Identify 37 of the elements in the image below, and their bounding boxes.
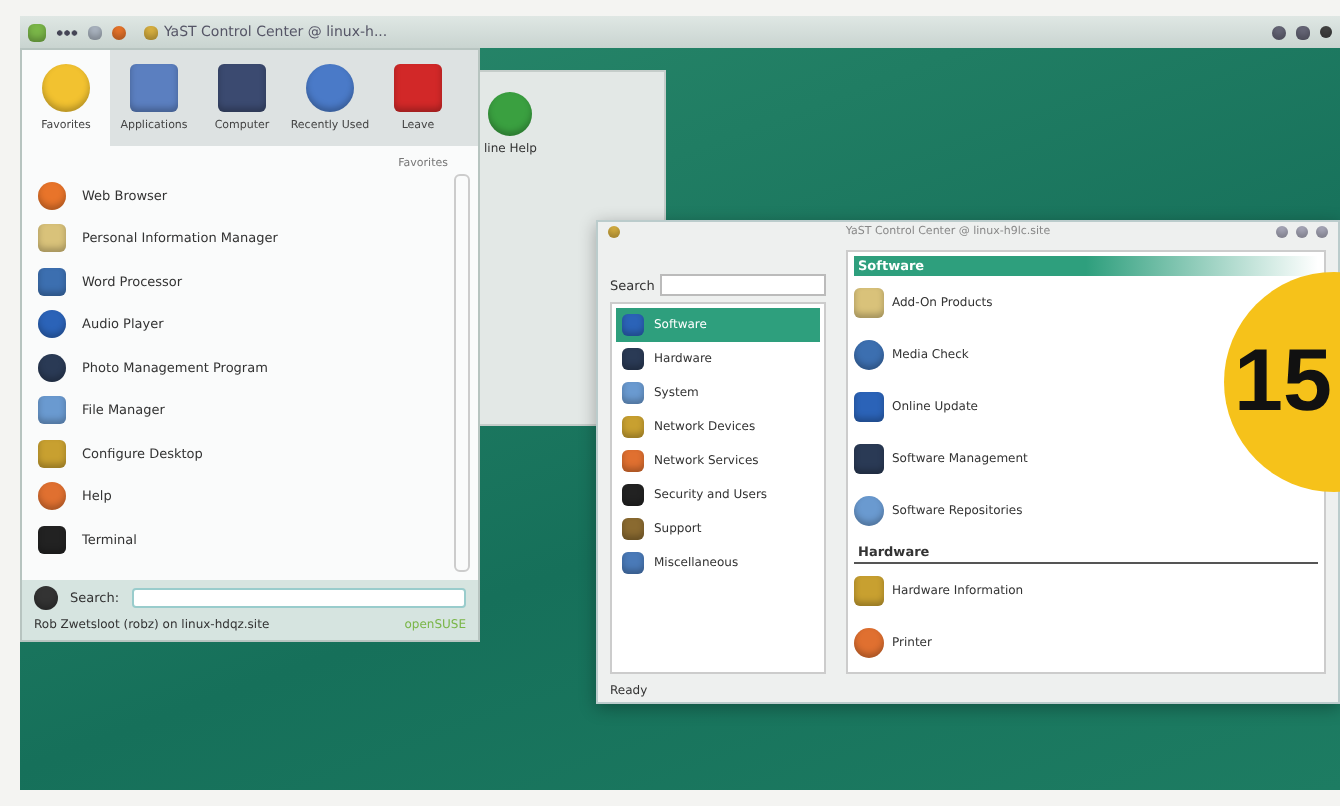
- app-icon: [38, 525, 66, 554]
- module-icon: [854, 495, 884, 526]
- tab-icon: [394, 64, 442, 112]
- dots-icon[interactable]: [56, 29, 78, 35]
- category-icon: [622, 518, 644, 541]
- category-icon: [622, 348, 644, 371]
- window-list-icon: [88, 25, 102, 39]
- app-icon: [38, 396, 66, 425]
- app-icon: [38, 310, 66, 339]
- module-icon: [854, 443, 884, 474]
- category-icon: [622, 314, 644, 337]
- search-field[interactable]: [660, 274, 826, 297]
- minimize-icon: [1276, 226, 1288, 239]
- app-icon: [38, 267, 66, 296]
- tab-icon: [130, 64, 178, 112]
- app-icon: [38, 181, 66, 210]
- module-icon: [854, 627, 884, 658]
- module-icon: [854, 339, 884, 370]
- category-icon: [622, 382, 644, 405]
- module-icon: [854, 575, 884, 606]
- category-icon: [622, 552, 644, 575]
- module-icon: [854, 391, 884, 422]
- app-icon: [38, 439, 66, 468]
- tab-icon: [306, 64, 354, 112]
- close-icon: [1316, 226, 1328, 239]
- category-icon: [622, 484, 644, 507]
- app-icon: [38, 353, 66, 382]
- category-icon: [622, 450, 644, 473]
- category-icon: [622, 416, 644, 439]
- tab-icon: [218, 64, 266, 112]
- app-icon: [38, 224, 66, 253]
- tab-icon: [42, 64, 90, 112]
- scrollbar[interactable]: [454, 174, 470, 572]
- app-icon: [38, 482, 66, 511]
- module-icon: [854, 287, 884, 318]
- search-field[interactable]: [131, 588, 466, 608]
- maximize-icon: [1296, 226, 1308, 239]
